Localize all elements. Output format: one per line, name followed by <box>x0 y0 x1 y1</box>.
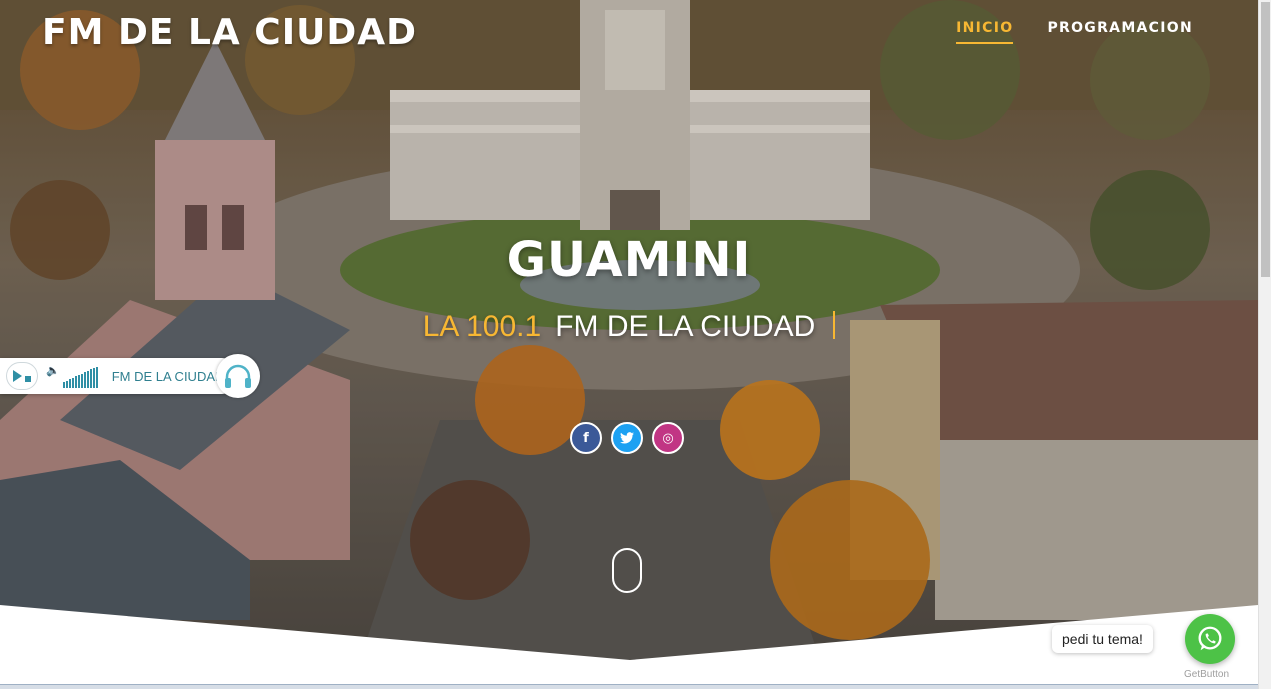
volume-bar <box>68 379 71 388</box>
volume-bar <box>86 370 89 388</box>
volume-bar <box>77 375 80 388</box>
instagram-glyph: ◎ <box>662 430 674 446</box>
volume-bar <box>74 376 77 388</box>
instagram-icon[interactable]: ◎ <box>652 422 684 454</box>
vertical-scrollbar[interactable] <box>1258 0 1271 689</box>
volume-bar <box>89 369 92 388</box>
nav-item-programacion[interactable]: PROGRAMACION <box>1047 20 1193 44</box>
headphones-icon[interactable] <box>216 354 260 398</box>
tagline-text: FM DE LA CIUDAD <box>555 310 816 343</box>
whatsapp-button[interactable] <box>1185 614 1235 664</box>
whatsapp-prompt-bubble[interactable]: pedi tu tema! <box>1052 625 1153 653</box>
facebook-icon[interactable]: f <box>570 422 602 454</box>
volume-bar <box>95 366 98 388</box>
hero-subtitle: LA 100.1 FM DE LA CIUDAD <box>0 310 1258 344</box>
volume-bar <box>71 377 74 388</box>
volume-bars <box>62 366 98 388</box>
twitter-icon[interactable] <box>611 422 643 454</box>
getbutton-credit[interactable]: GetButton <box>1184 669 1229 680</box>
volume-bar <box>83 372 86 388</box>
volume-control[interactable]: 🔈 <box>46 364 98 388</box>
volume-bar <box>65 380 68 388</box>
speaker-icon: 🔈 <box>46 364 60 377</box>
page: FM DE LA CIUDAD INICIO PROGRAMACION GUAM… <box>0 0 1271 689</box>
headphones-glyph <box>225 364 251 388</box>
taskbar-strip <box>0 684 1258 689</box>
social-links: f ◎ <box>570 422 684 454</box>
scrollbar-thumb[interactable] <box>1261 2 1270 277</box>
typing-cursor <box>833 311 836 339</box>
stop-icon <box>25 376 31 382</box>
site-logo[interactable]: FM DE LA CIUDAD <box>42 12 417 53</box>
whatsapp-icon <box>1198 626 1222 651</box>
play-icon <box>13 370 22 382</box>
volume-bar <box>92 368 95 388</box>
volume-bar <box>80 373 83 388</box>
scroll-down-indicator[interactable] <box>612 548 642 593</box>
nav-item-inicio[interactable]: INICIO <box>956 20 1014 44</box>
twitter-bird-glyph <box>620 432 634 444</box>
radio-player: 🔈 FM DE LA CIUDAD <box>0 354 260 398</box>
player-station-name: FM DE LA CIUDAD <box>111 368 225 384</box>
frequency-text: LA 100.1 <box>422 310 542 343</box>
main-nav: INICIO PROGRAMACION <box>956 20 1193 44</box>
hero-title: GUAMINI <box>506 232 752 288</box>
play-stop-button[interactable] <box>6 362 38 390</box>
volume-bar <box>62 382 65 388</box>
facebook-glyph: f <box>583 430 589 446</box>
